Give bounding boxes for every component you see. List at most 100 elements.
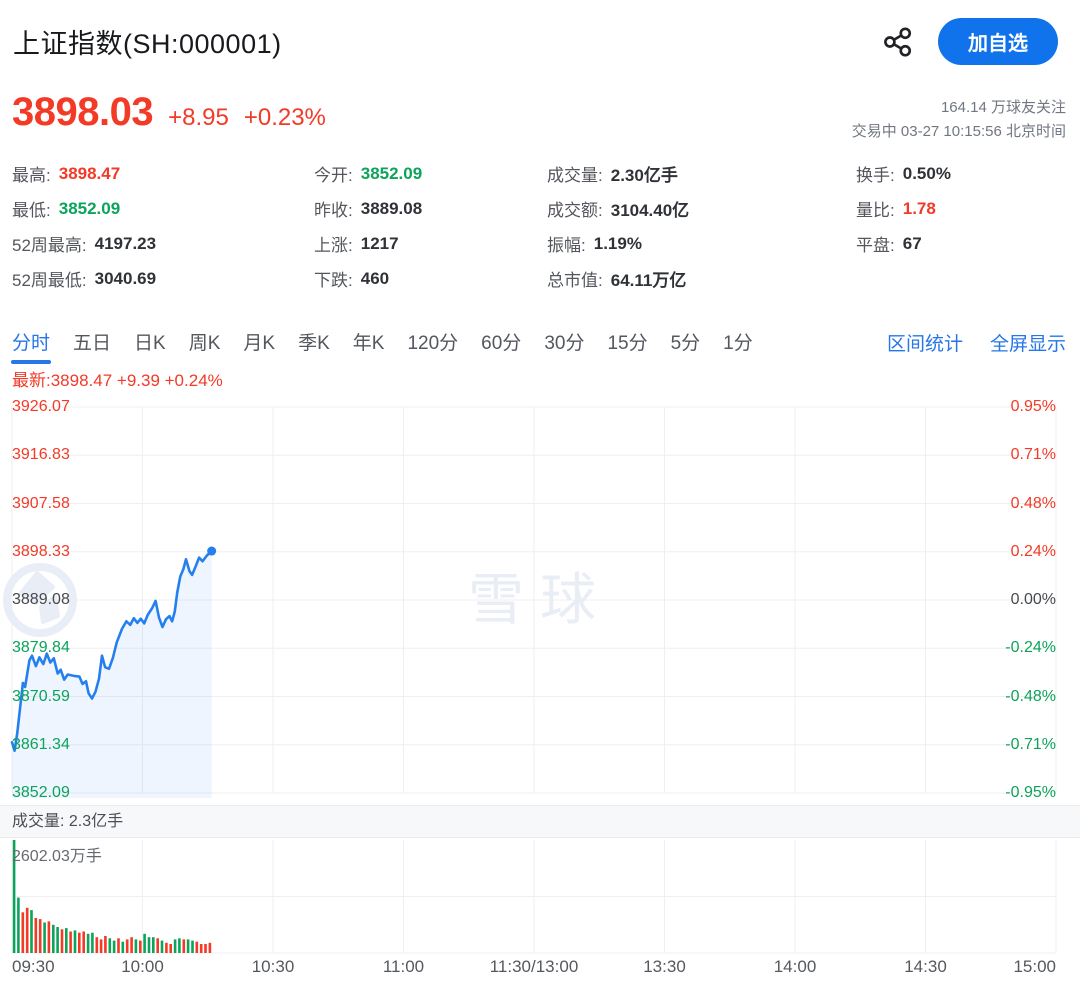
quote-meta: 164.14 万球友关注 交易中 03-27 10:15:56 北京时间: [852, 96, 1066, 144]
stat-value: 3889.08: [361, 199, 422, 219]
stat-row: 今开:3852.09: [314, 156, 547, 191]
stats-column-4: 换手:0.50% 量比: 1.78 平盘: 67: [856, 156, 951, 296]
stat-label: 量比:: [856, 196, 895, 221]
link-区间统计[interactable]: 区间统计: [887, 329, 963, 356]
price-tick-label: 3889.08: [12, 590, 70, 610]
chart-tools: 区间统计全屏显示: [887, 324, 1066, 361]
stat-row: 52周最低: 3040.69: [12, 261, 314, 296]
price-tick-label: 3907.58: [12, 494, 70, 514]
tab-五日[interactable]: 五日: [73, 328, 111, 357]
volume-header-label: 成交量: 2.3亿手: [12, 813, 123, 830]
price-tick-label: 3861.34: [12, 735, 70, 755]
stat-label: 成交额:: [547, 196, 603, 221]
percent-tick-label: -0.71%: [1005, 735, 1056, 755]
time-tick-label: 10:00: [121, 957, 164, 977]
price-tick-label: 3898.33: [12, 542, 70, 562]
stat-value: 4197.23: [95, 234, 156, 254]
period-tabs: 分时五日日K 周K 月K 季K 年K 120分 60分 30分 15分 5分 1分: [12, 324, 753, 361]
volume-header-band: 成交量: 2.3亿手: [0, 805, 1080, 838]
tab-5分[interactable]: 5分: [671, 328, 701, 357]
tab-年K[interactable]: 年K: [353, 328, 385, 357]
followers-count: 164.14 万球友关注: [852, 96, 1066, 120]
tab-日K[interactable]: 日K: [134, 328, 166, 357]
stat-value: 3104.40亿: [611, 196, 689, 221]
percent-tick-label: 0.95%: [1011, 397, 1056, 417]
stat-row: 成交量: 2.30亿手: [547, 156, 856, 191]
stat-label: 振幅:: [547, 231, 586, 256]
stat-label: 52周最低:: [12, 266, 87, 291]
stat-label: 上涨:: [314, 231, 353, 256]
add-watchlist-button[interactable]: 加自选: [938, 18, 1058, 65]
price-tick-label: 3852.09: [12, 783, 70, 803]
session-status: 交易中 03-27 10:15:56 北京时间: [852, 120, 1066, 144]
time-axis-labels: 09:3010:0010:3011:0011:30/13:0013:3014:0…: [0, 957, 1080, 981]
time-tick-label: 14:30: [904, 957, 947, 977]
stat-value: 67: [903, 234, 922, 254]
stat-label: 52周最高:: [12, 231, 87, 256]
tab-15分[interactable]: 15分: [607, 328, 647, 357]
stat-row: 振幅:1.19%: [547, 226, 856, 261]
stat-value: 3040.69: [95, 269, 156, 289]
tab-分时[interactable]: 分时: [12, 328, 50, 357]
stat-label: 最高:: [12, 161, 51, 186]
time-tick-label: 13:30: [643, 957, 686, 977]
stat-label: 平盘:: [856, 231, 895, 256]
volume-axis-max-label: 2602.03万手: [12, 842, 102, 866]
stat-label: 总市值:: [547, 266, 603, 291]
tab-1分[interactable]: 1分: [723, 328, 753, 357]
stat-row: 上涨:1217: [314, 226, 547, 261]
tab-月K[interactable]: 月K: [243, 328, 275, 357]
tab-60分[interactable]: 60分: [481, 328, 521, 357]
quote-price-block: 3898.03 +8.95 +0.23%: [12, 90, 326, 135]
percent-tick-label: -0.24%: [1005, 638, 1056, 658]
stat-label: 成交量:: [547, 161, 603, 186]
stat-row: 换手:0.50%: [856, 156, 951, 191]
stat-value: 64.11万亿: [611, 266, 687, 291]
stat-row: 量比: 1.78: [856, 191, 951, 226]
percent-tick-label: 0.48%: [1011, 494, 1056, 514]
intraday-chart[interactable]: 雪球 3926.073916.833907.583898.333889.0838…: [0, 390, 1080, 999]
stat-value: 0.50%: [903, 164, 951, 184]
stat-label: 今开:: [314, 161, 353, 186]
stats-grid: 最高:3898.47最低:3852.0952周最高:4197.2352周最低:3…: [12, 156, 951, 296]
percent-tick-label: -0.95%: [1005, 783, 1056, 803]
time-tick-label: 10:30: [252, 957, 295, 977]
stat-row: 52周最高: 4197.23: [12, 226, 314, 261]
page-title: 上证指数(SH:000001): [13, 22, 282, 61]
percent-tick-label: 0.24%: [1011, 542, 1056, 562]
price-change-pct: +0.23%: [244, 104, 326, 132]
stats-column-2: 今开:3852.09昨收:3889.08上涨:1217下跌:460: [314, 156, 547, 296]
price-tick-label: 3916.83: [12, 445, 70, 465]
percent-tick-label: 0.00%: [1011, 590, 1056, 610]
tab-季K[interactable]: 季K: [298, 328, 330, 357]
stat-row: 总市值: 64.11万亿: [547, 261, 856, 296]
tab-周K[interactable]: 周K: [189, 328, 221, 357]
stat-value: 3852.09: [59, 199, 120, 219]
stats-column-3: 成交量: 2.30亿手成交额: 3104.40亿振幅:1.19% 总市值: 64.11万…: [547, 156, 856, 296]
stats-column-1: 最高:3898.47最低:3852.0952周最高:4197.2352周最低:3…: [12, 156, 314, 296]
stat-value: 460: [361, 269, 389, 289]
price-tick-label: 3879.84: [12, 638, 70, 658]
stat-row: 下跌: 460: [314, 261, 547, 296]
current-price-dot: [207, 547, 216, 556]
percent-tick-label: 0.71%: [1011, 445, 1056, 465]
time-tick-label: 15:00: [1013, 957, 1056, 977]
stat-row: 最低:3852.09: [12, 191, 314, 226]
stat-row: 成交额: 3104.40亿: [547, 191, 856, 226]
latest-quote-line: 最新:3898.47 +9.39 +0.24%: [12, 366, 223, 391]
percent-tick-label: -0.48%: [1005, 687, 1056, 707]
time-tick-label: 11:00: [383, 957, 424, 977]
price-chart-svg: [0, 390, 1080, 999]
tab-30分[interactable]: 30分: [544, 328, 584, 357]
share-icon[interactable]: [882, 26, 914, 58]
current-price: 3898.03: [12, 90, 153, 135]
price-tick-label: 3870.59: [12, 687, 70, 707]
price-area-fill: [12, 551, 212, 798]
price-tick-label: 3926.07: [12, 397, 70, 417]
tab-120分[interactable]: 120分: [407, 328, 458, 357]
link-全屏显示[interactable]: 全屏显示: [990, 329, 1066, 356]
stat-value: 2.30亿手: [611, 161, 678, 186]
stat-label: 下跌:: [314, 266, 353, 291]
stat-value: 1.78: [903, 199, 936, 219]
stat-row: 平盘: 67: [856, 226, 951, 261]
